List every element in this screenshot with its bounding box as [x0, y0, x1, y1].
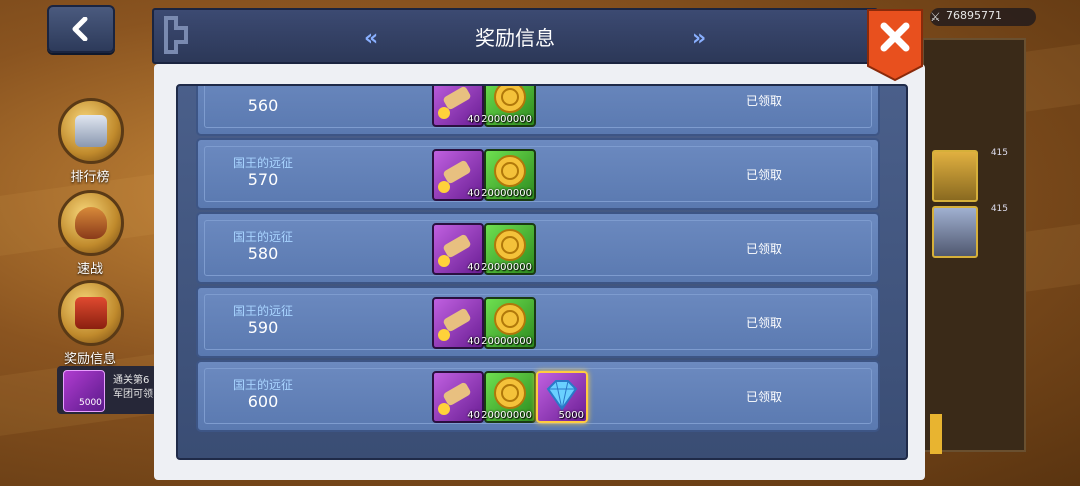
sidebar-item-label: 排行榜 [70, 170, 110, 185]
reward-name: 国王的远征 [232, 378, 293, 392]
chest-icon [58, 280, 124, 346]
notice-text: 通关第6 军团可领 [113, 375, 153, 400]
status-badge: 已领取 [746, 94, 783, 108]
close-icon [867, 9, 923, 82]
close-button[interactable] [866, 8, 924, 82]
modal-header: « 奖励信息 » [152, 8, 878, 64]
sidebar-item-reward-info[interactable]: 奖励信息 [58, 280, 124, 367]
gold-coin-icon[interactable]: 20000000 [481, 149, 536, 201]
reward-level: 570 [247, 170, 279, 189]
status-badge: 已领取 [746, 168, 783, 182]
status-badge: 已领取 [746, 242, 783, 256]
sidebar-item-quick-battle[interactable]: 速战 [58, 190, 124, 277]
hero-level: 415 [990, 204, 1008, 214]
gold-coin-icon[interactable]: 20000000 [481, 297, 536, 349]
swords-icon: ⚔ [930, 10, 941, 24]
back-button[interactable] [47, 5, 115, 53]
reward-level: 600 [247, 392, 279, 411]
list-item: 国王的远征 590 40 20000000 已领取 [196, 286, 880, 358]
currency-display: ⚔ 76895771 [930, 8, 1036, 26]
list-item: 国王的远征 580 40 20000000 已领取 [196, 212, 880, 284]
gold-coin-icon[interactable]: 20000000 [481, 223, 536, 275]
reward-level: 580 [247, 244, 279, 263]
reward-list[interactable]: 560 40 20000000 已领取 国王的远征 570 40 2000000… [176, 84, 908, 460]
scroll-fragment-icon[interactable]: 40 [432, 86, 484, 127]
next-arrow-icon[interactable]: » [692, 26, 706, 51]
shield-icon [58, 190, 124, 256]
gold-coin-icon[interactable]: 20000000 [481, 86, 536, 127]
reward-name: 国王的远征 [232, 156, 293, 170]
back-arrow-icon [72, 17, 88, 41]
status-badge: 已领取 [746, 316, 783, 330]
hero-card[interactable]: 415 [932, 148, 1008, 202]
scroll-fragment-icon[interactable]: 40 [432, 371, 484, 423]
sidebar-item-ranking[interactable]: 排行榜 [58, 98, 124, 185]
reward-level: 560 [247, 96, 279, 115]
notice-count: 5000 [79, 398, 102, 408]
gold-coin-icon[interactable]: 20000000 [481, 371, 536, 423]
trophy-icon [58, 98, 124, 164]
list-item: 国王的远征 570 40 20000000 已领取 [196, 138, 880, 210]
scroll-fragment-icon[interactable]: 40 [432, 149, 484, 201]
sidebar-item-label: 奖励信息 [63, 352, 116, 367]
hero-level: 415 [990, 148, 1008, 158]
reward-name: 国王的远征 [232, 304, 293, 318]
modal-title: 奖励信息 [475, 26, 555, 50]
currency-value: 76895771 [946, 9, 1002, 22]
list-item: 560 40 20000000 已领取 [196, 86, 880, 136]
notice-panel[interactable]: 5000 通关第6 军团可领 [57, 366, 157, 414]
diamond-icon[interactable]: 5000 [536, 371, 588, 423]
reward-level: 590 [247, 318, 279, 337]
status-badge: 已领取 [746, 390, 783, 404]
hero-card[interactable]: 415 [932, 204, 1008, 258]
list-item: 国王的远征 600 40 20000000 5000 已领取 [196, 360, 880, 432]
scroll-fragment-icon[interactable]: 40 [432, 297, 484, 349]
scroll-fragment-icon[interactable]: 40 [432, 223, 484, 275]
reward-name: 国王的远征 [232, 230, 293, 244]
sidebar-item-label: 速战 [76, 262, 103, 277]
right-button-edge[interactable] [930, 414, 942, 454]
